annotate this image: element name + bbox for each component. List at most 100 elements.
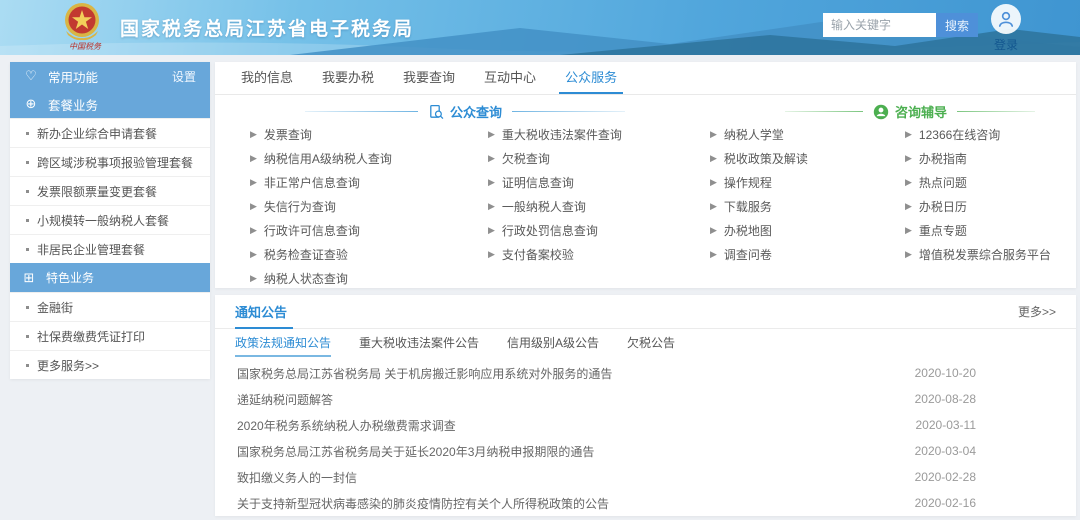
consult-link[interactable]: ▶热点问题 [905, 170, 1051, 194]
link-label: 纳税信用A级纳税人查询 [264, 150, 392, 167]
query-link[interactable]: ▶ 纳税信用A级纳税人查询 [250, 146, 392, 170]
triangle-bullet-icon: ▶ [710, 201, 717, 212]
consult-section-header: 咨询辅导 [785, 102, 1035, 121]
sidebar-item[interactable]: 金融街 [10, 292, 210, 321]
triangle-bullet-icon: ▶ [710, 129, 717, 140]
link-label: 行政处罚信息查询 [502, 222, 598, 239]
triangle-bullet-icon: ▶ [250, 177, 257, 188]
link-label: 失信行为查询 [264, 198, 336, 215]
consult-link[interactable]: ▶纳税人学堂 [710, 122, 808, 146]
login-area[interactable]: 登录 [985, 4, 1027, 53]
sidebar-item[interactable]: 新办企业综合申请套餐 [10, 118, 210, 147]
consult-link[interactable]: ▶增值税发票综合服务平台 [905, 242, 1051, 266]
main-nav-tabs: 我的信息 我要办税 我要查询 互动中心 公众服务 [215, 62, 1076, 95]
query-link[interactable]: ▶纳税人状态查询 [250, 266, 392, 290]
settings-link[interactable]: 设置 [172, 68, 196, 85]
consult-link[interactable]: ▶办税日历 [905, 194, 1051, 218]
triangle-bullet-icon: ▶ [488, 129, 495, 140]
query-link[interactable]: ▶发票查询 [250, 122, 392, 146]
sidebar-item-common-functions[interactable]: ♡ 常用功能 设置 [10, 62, 210, 90]
sidebar-item[interactable]: 小规模转一般纳税人套餐 [10, 205, 210, 234]
search-button[interactable]: 搜索 [936, 13, 978, 37]
notice-item[interactable]: 递延纳税问题解答 2020-08-28 [215, 386, 1076, 412]
notice-item[interactable]: 国家税务总局江苏省税务局 关于机房搬迁影响应用系统对外服务的通告 2020-10… [215, 360, 1076, 386]
bullet-dot-icon [26, 335, 29, 338]
triangle-bullet-icon: ▶ [488, 153, 495, 164]
tab-my-query[interactable]: 我要查询 [397, 62, 461, 94]
consult-link[interactable]: ▶重点专题 [905, 218, 1051, 242]
query-link[interactable]: ▶欠税查询 [488, 146, 622, 170]
consult-link[interactable]: ▶12366在线咨询 [905, 122, 1051, 146]
query-link[interactable]: ▶ 行政处罚信息查询 [488, 218, 622, 242]
site-title: 国家税务总局江苏省电子税务局 [120, 14, 414, 41]
query-link[interactable]: ▶一般纳税人查询 [488, 194, 622, 218]
link-label: 支付备案校验 [502, 246, 574, 263]
notice-item[interactable]: 关于支持新型冠状病毒感染的肺炎疫情防控有关个人所得税政策的公告 2020-02-… [215, 490, 1076, 516]
triangle-bullet-icon: ▶ [488, 177, 495, 188]
link-label: 重大税收违法案件查询 [502, 126, 622, 143]
notice-list: 国家税务总局江苏省税务局 关于机房搬迁影响应用系统对外服务的通告 2020-10… [215, 360, 1076, 516]
section-title: 公众查询 [450, 102, 502, 121]
tab-tax-handling[interactable]: 我要办税 [316, 62, 380, 94]
notice-item-date: 2020-08-28 [915, 392, 976, 406]
consult-link[interactable]: ▶办税指南 [905, 146, 1051, 170]
consult-link[interactable]: ▶办税地图 [710, 218, 808, 242]
login-link[interactable]: 登录 [985, 36, 1027, 53]
sidebar-item[interactable]: 非居民企业管理套餐 [10, 234, 210, 263]
triangle-bullet-icon: ▶ [488, 225, 495, 236]
triangle-bullet-icon: ▶ [488, 201, 495, 212]
tab-interaction-center[interactable]: 互动中心 [478, 62, 542, 94]
link-label: 证明信息查询 [502, 174, 574, 191]
consult-column-2: ▶12366在线咨询 ▶办税指南 ▶热点问题 ▶办税日历 ▶重点专题 ▶增值税发… [905, 122, 1051, 266]
divider-line [957, 111, 1035, 112]
notice-item[interactable]: 国家税务总局江苏省税务局关于延长2020年3月纳税申报期限的通告 2020-03… [215, 438, 1076, 464]
more-link[interactable]: 更多>> [1018, 303, 1056, 320]
sidebar-item-more-services[interactable]: 更多服务>> [10, 350, 210, 379]
triangle-bullet-icon: ▶ [488, 249, 495, 260]
tab-public-service[interactable]: 公众服务 [559, 62, 623, 94]
notice-item-date: 2020-03-04 [915, 444, 976, 458]
link-label: 增值税发票综合服务平台 [919, 246, 1051, 263]
sidebar-header: ♡ 常用功能 设置 ⊕ 套餐业务 [10, 62, 210, 118]
sidebar-item[interactable]: 社保费缴费凭证打印 [10, 321, 210, 350]
sidebar-item-special-business[interactable]: ⊞ 特色业务 [10, 263, 210, 292]
package-icon: ⊕ [24, 96, 38, 112]
triangle-bullet-icon: ▶ [250, 153, 257, 164]
query-link[interactable]: ▶行政许可信息查询 [250, 218, 392, 242]
sidebar-item[interactable]: 发票限额票量变更套餐 [10, 176, 210, 205]
notice-item[interactable]: 致扣缴义务人的一封信 2020-02-28 [215, 464, 1076, 490]
divider-line [305, 111, 418, 112]
query-link[interactable]: ▶ 证明信息查询 [488, 170, 622, 194]
notice-item-date: 2020-02-28 [915, 470, 976, 484]
document-search-icon [428, 104, 444, 120]
search-input[interactable] [823, 13, 936, 37]
consult-link[interactable]: ▶调查问卷 [710, 242, 808, 266]
notice-tabs: 政策法规通知公告 重大税收违法案件公告 信用级别A级公告 欠税公告 [215, 332, 1076, 358]
notice-item-date: 2020-02-16 [915, 496, 976, 510]
notice-panel: 通知公告 更多>> 政策法规通知公告 重大税收违法案件公告 信用级别A级公告 欠… [215, 295, 1076, 516]
notice-header: 通知公告 更多>> [215, 295, 1076, 329]
header-search: 搜索 [823, 13, 978, 37]
sidebar-item-package-business[interactable]: ⊕ 套餐业务 [10, 90, 210, 118]
bullet-dot-icon [26, 190, 29, 193]
notice-tab-tax-arrears[interactable]: 欠税公告 [627, 334, 675, 357]
user-avatar-icon[interactable] [991, 4, 1021, 34]
customer-service-icon [873, 104, 889, 120]
query-link[interactable]: ▶ 重大税收违法案件查询 [488, 122, 622, 146]
sidebar-item[interactable]: 跨区域涉税事项报验管理套餐 [10, 147, 210, 176]
notice-item[interactable]: 2020年税务系统纳税人办税缴费需求调查 2020-03-11 [215, 412, 1076, 438]
notice-tab-credit-a[interactable]: 信用级别A级公告 [507, 334, 599, 357]
query-link[interactable]: ▶非正常户信息查询 [250, 170, 392, 194]
query-link[interactable]: ▶失信行为查询 [250, 194, 392, 218]
notice-tab-policy[interactable]: 政策法规通知公告 [235, 334, 331, 357]
consult-link[interactable]: ▶下载服务 [710, 194, 808, 218]
consult-link[interactable]: ▶操作规程 [710, 170, 808, 194]
query-link[interactable]: ▶ 支付备案校验 [488, 242, 622, 266]
query-link[interactable]: ▶税务检查证查验 [250, 242, 392, 266]
section-title: 咨询辅导 [895, 102, 947, 121]
bullet-dot-icon [26, 219, 29, 222]
tab-my-info[interactable]: 我的信息 [235, 62, 299, 94]
consult-link[interactable]: ▶税收政策及解读 [710, 146, 808, 170]
notice-tab-major-violation[interactable]: 重大税收违法案件公告 [359, 334, 479, 357]
triangle-bullet-icon: ▶ [905, 177, 912, 188]
